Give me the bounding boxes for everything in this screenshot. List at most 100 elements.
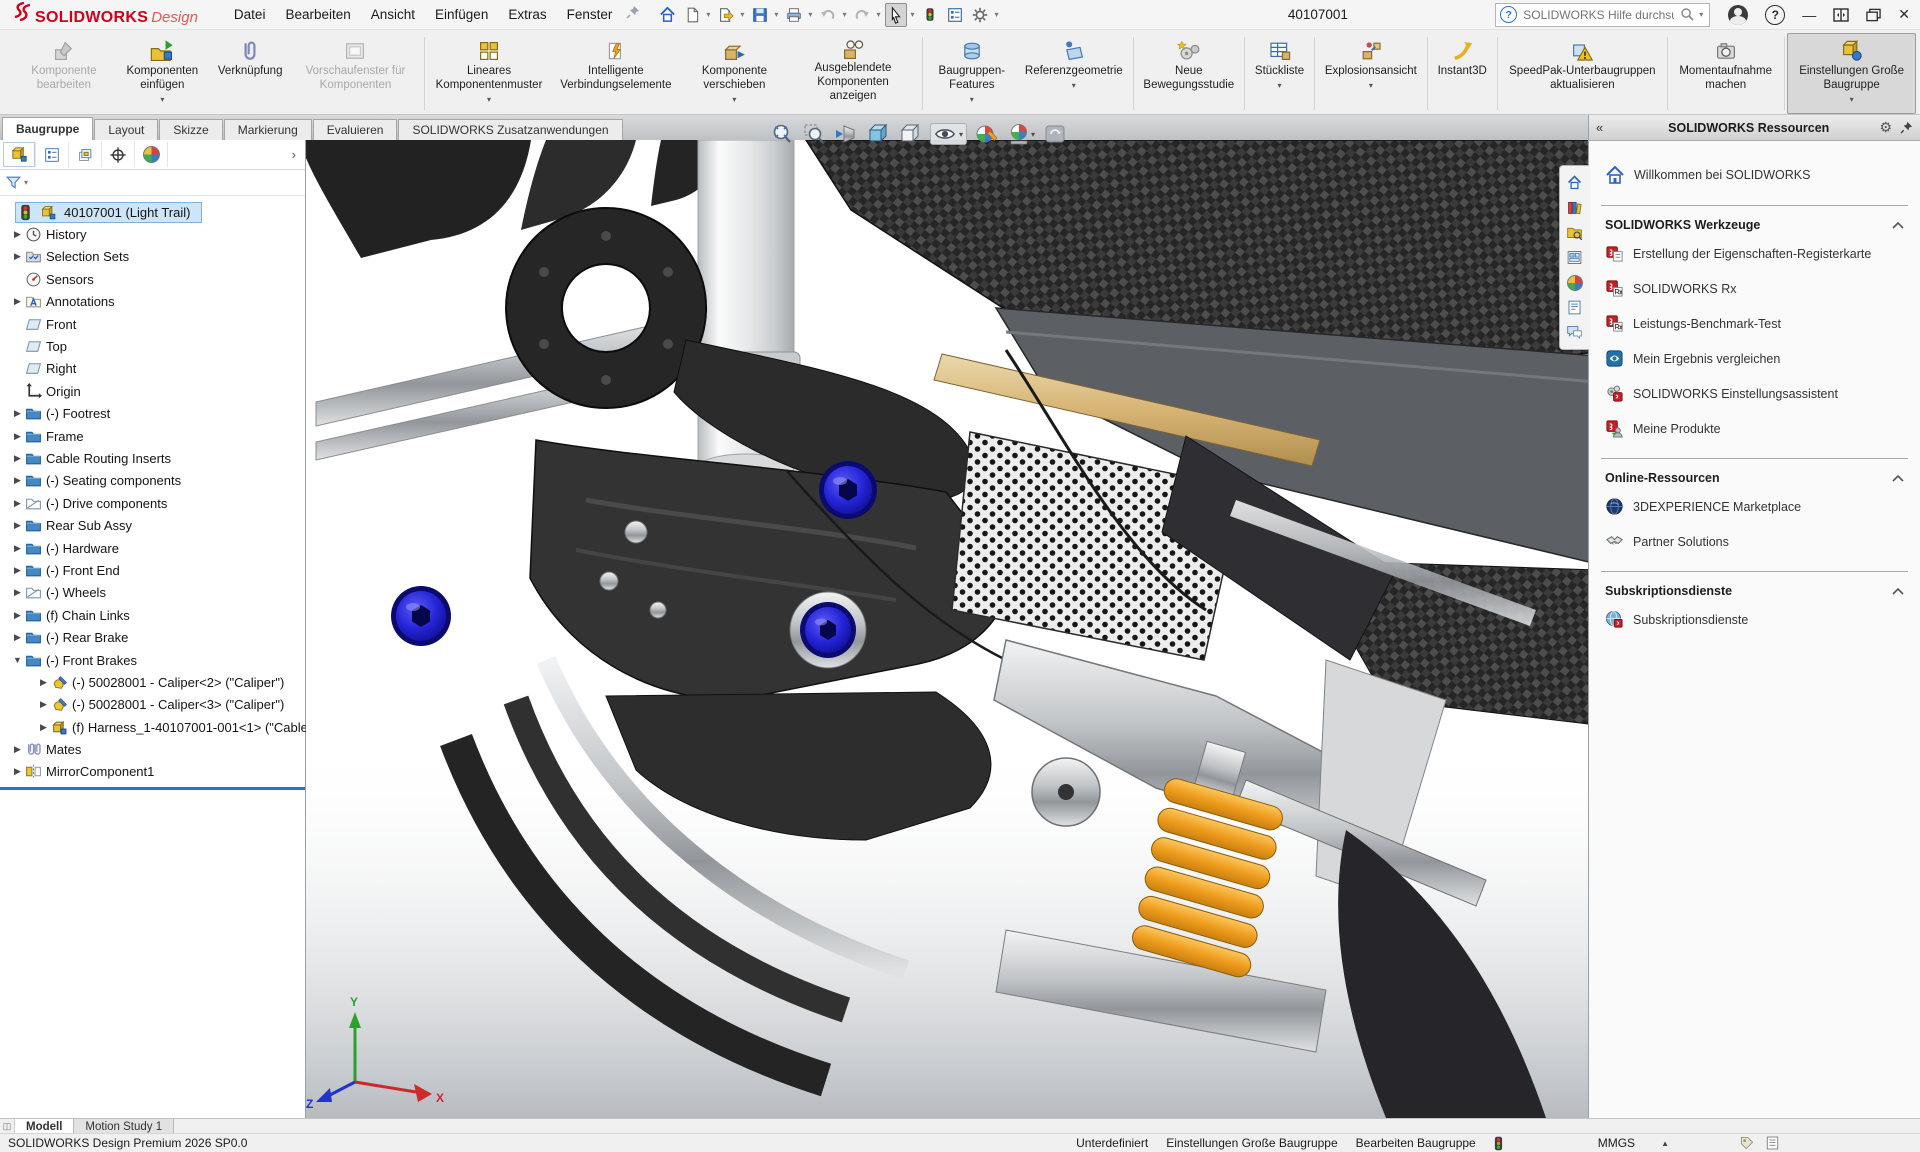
- pane-split-icon[interactable]: [1833, 8, 1849, 22]
- expand-arrow-icon[interactable]: ▶: [11, 229, 24, 240]
- dropdown-caret[interactable]: ▾: [1278, 81, 1282, 89]
- redo-dropdown-caret[interactable]: ▾: [876, 10, 880, 19]
- dropdown-caret[interactable]: ▾: [1369, 81, 1373, 89]
- tree-item-cable-routing-inserts[interactable]: ▶Cable Routing Inserts: [0, 447, 305, 469]
- menu-datei[interactable]: Datei: [224, 0, 276, 30]
- dropdown-caret[interactable]: ▾: [160, 95, 164, 103]
- reference-geometry-button[interactable]: Referenzgeometrie▾: [1018, 33, 1130, 114]
- tree-item-mirror-component[interactable]: ▶MirrorComponent1: [0, 761, 305, 783]
- linear-pattern-button[interactable]: Lineares Komponentenmuster▾: [428, 33, 550, 114]
- link-solidworks-rx[interactable]: SOLIDWORKS Rx: [1589, 271, 1920, 306]
- save-dropdown-caret[interactable]: ▾: [774, 10, 778, 19]
- filter-dropdown-caret[interactable]: ▾: [24, 178, 28, 187]
- tab-display-manager[interactable]: [135, 142, 168, 167]
- pin-menu-icon[interactable]: [626, 5, 640, 24]
- task-pane-pin-icon[interactable]: [1900, 121, 1913, 134]
- move-component-button[interactable]: Komponente verschieben▾: [682, 33, 787, 114]
- tab-layout[interactable]: Layout: [94, 119, 158, 140]
- edit-component-button[interactable]: Komponente bearbeiten: [14, 33, 114, 114]
- tree-item-selection-sets[interactable]: ▶Selection Sets: [0, 246, 305, 268]
- select-tool-button[interactable]: [885, 3, 907, 27]
- tree-item-footrest[interactable]: ▶(-) Footrest: [0, 403, 305, 425]
- dropdown-caret[interactable]: ▾: [1850, 95, 1854, 103]
- save-button[interactable]: [749, 3, 771, 27]
- link-settings-wizard[interactable]: SOLIDWORKS Einstellungsassistent: [1589, 376, 1920, 411]
- tab-file-explorer[interactable]: [1560, 220, 1589, 245]
- collapse-arrow-icon[interactable]: ▼: [11, 655, 24, 665]
- open-dropdown-caret[interactable]: ▾: [740, 10, 744, 19]
- menu-fenster[interactable]: Fenster: [557, 0, 623, 30]
- expand-arrow-icon[interactable]: ▶: [37, 699, 50, 710]
- preview-window-button[interactable]: Vorschaufenster für Komponenten: [289, 33, 421, 114]
- expand-arrow-icon[interactable]: ▶: [11, 498, 24, 509]
- tab-splitter-icon[interactable]: ◫: [0, 1119, 15, 1134]
- mate-button[interactable]: Verknüpfung: [211, 33, 290, 114]
- chevron-up-icon[interactable]: [1892, 221, 1904, 229]
- minimize-icon[interactable]: —: [1802, 7, 1816, 23]
- section-online-header[interactable]: Online-Ressourcen: [1589, 465, 1920, 489]
- home-button[interactable]: [656, 3, 678, 27]
- tree-item-origin[interactable]: Origin: [0, 380, 305, 402]
- tab-property-manager[interactable]: [36, 142, 69, 167]
- tree-item-harness[interactable]: ▶(f) Harness_1-40107001-001<1> ("Cable"): [0, 716, 305, 738]
- tab-forum[interactable]: [1560, 320, 1589, 345]
- speedpak-update-button[interactable]: SpeedPak-Unterbaugruppen aktualisieren: [1501, 33, 1665, 114]
- tree-item-caliper-2[interactable]: ▶(-) 50028001 - Caliper<2> ("Caliper"): [0, 671, 305, 693]
- expand-arrow-icon[interactable]: ▶: [11, 453, 24, 464]
- panel-expand-arrow[interactable]: ›: [292, 147, 305, 162]
- tree-item-front-brakes[interactable]: ▼(-) Front Brakes: [0, 649, 305, 671]
- close-icon[interactable]: ✕: [1898, 6, 1910, 23]
- tree-item-top-plane[interactable]: Top: [0, 335, 305, 357]
- account-icon[interactable]: [1728, 5, 1748, 25]
- display-style-button[interactable]: [898, 122, 922, 146]
- tab-feature-manager[interactable]: [3, 142, 36, 167]
- properties-button[interactable]: [944, 3, 966, 27]
- chevron-up-icon[interactable]: [1892, 587, 1904, 595]
- hide-show-dropdown-caret[interactable]: ▾: [959, 130, 963, 139]
- section-werkzeuge-header[interactable]: SOLIDWORKS Werkzeuge: [1589, 212, 1920, 236]
- tab-motion-study[interactable]: Motion Study 1: [74, 1119, 174, 1134]
- edit-appearance-button[interactable]: [975, 122, 999, 146]
- instant3d-button[interactable]: Instant3D: [1431, 33, 1494, 114]
- tree-item-wheels[interactable]: ▶(-) Wheels: [0, 582, 305, 604]
- show-hidden-components-button[interactable]: Ausgeblendete Komponenten anzeigen: [787, 33, 919, 114]
- quick-tip-tag-icon[interactable]: [1739, 1135, 1755, 1151]
- tab-appearances-scenes[interactable]: [1560, 270, 1589, 295]
- new-motion-study-button[interactable]: Neue Bewegungsstudie: [1136, 33, 1241, 114]
- tree-item-front-plane[interactable]: Front: [0, 313, 305, 335]
- tree-item-sensors[interactable]: Sensors: [0, 268, 305, 290]
- exploded-view-button[interactable]: Explosionsansicht▾: [1318, 33, 1424, 114]
- zoom-area-button[interactable]: [802, 122, 826, 146]
- link-compare-results[interactable]: Mein Ergebnis vergleichen: [1589, 341, 1920, 376]
- rollback-bar[interactable]: [0, 787, 305, 790]
- expand-arrow-icon[interactable]: ▶: [11, 587, 24, 598]
- collapse-taskpane-icon[interactable]: «: [1596, 120, 1618, 135]
- tree-item-mates[interactable]: ▶Mates: [0, 738, 305, 760]
- menu-einfuegen[interactable]: Einfügen: [425, 0, 498, 30]
- tree-item-seating-components[interactable]: ▶(-) Seating components: [0, 470, 305, 492]
- tree-item-root[interactable]: 40107001 (Light Trail): [0, 201, 305, 223]
- zoom-fit-button[interactable]: [770, 122, 794, 146]
- chevron-up-icon[interactable]: [1892, 474, 1904, 482]
- select-dropdown-caret[interactable]: ▾: [910, 10, 914, 19]
- units-dropdown-caret[interactable]: ▲: [1661, 1139, 1669, 1148]
- undo-button[interactable]: [817, 3, 839, 27]
- open-button[interactable]: [715, 3, 737, 27]
- expand-arrow-icon[interactable]: ▶: [11, 475, 24, 486]
- link-my-products[interactable]: Meine Produkte: [1589, 411, 1920, 446]
- expand-arrow-icon[interactable]: ▶: [11, 296, 24, 307]
- menu-ansicht[interactable]: Ansicht: [361, 0, 425, 30]
- help-icon[interactable]: ?: [1765, 5, 1785, 25]
- link-property-tab-builder[interactable]: Erstellung der Eigenschaften-Registerkar…: [1589, 236, 1920, 271]
- view-settings-button[interactable]: [1043, 122, 1067, 146]
- help-search-input[interactable]: [1521, 7, 1676, 23]
- tree-item-rear-brake[interactable]: ▶(-) Rear Brake: [0, 626, 305, 648]
- tree-item-front-end[interactable]: ▶(-) Front End: [0, 559, 305, 581]
- redo-button[interactable]: [851, 3, 873, 27]
- tree-item-right-plane[interactable]: Right: [0, 358, 305, 380]
- dropdown-caret[interactable]: ▾: [970, 95, 974, 103]
- insert-components-button[interactable]: Komponenten einfügen▾: [114, 33, 211, 114]
- dropdown-caret[interactable]: ▾: [487, 95, 491, 103]
- expand-arrow-icon[interactable]: ▶: [11, 632, 24, 643]
- assembly-features-button[interactable]: Baugruppen-Features▾: [926, 33, 1018, 114]
